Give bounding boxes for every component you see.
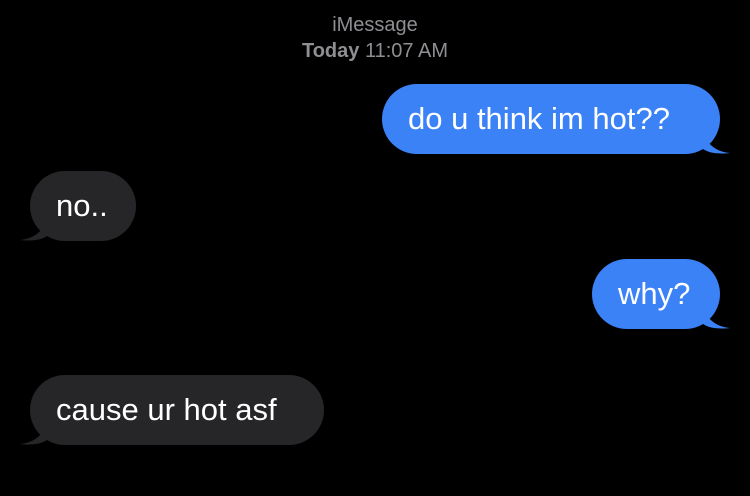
timestamp-time: 11:07 AM [364, 40, 448, 62]
timestamp-day: Today [301, 40, 360, 62]
message-text: cause ur hot asf [56, 392, 277, 427]
message-bubble-sent[interactable]: why? [592, 259, 720, 329]
service-label: iMessage [332, 14, 418, 36]
bubble-tail [702, 132, 730, 154]
message-bubble-received[interactable]: cause ur hot asf [30, 375, 324, 445]
conversation-header: iMessage Today 11:07 AM [0, 12, 750, 64]
message-bubble-sent[interactable]: do u think im hot?? [382, 84, 720, 154]
bubble-tail [20, 219, 48, 241]
bubble-tail [20, 423, 48, 445]
message-text: do u think im hot?? [408, 101, 670, 136]
bubble-tail [702, 307, 730, 329]
message-text: no.. [56, 188, 108, 223]
message-text: why? [618, 276, 691, 311]
timestamp: Today 11:07 AM [0, 38, 750, 64]
